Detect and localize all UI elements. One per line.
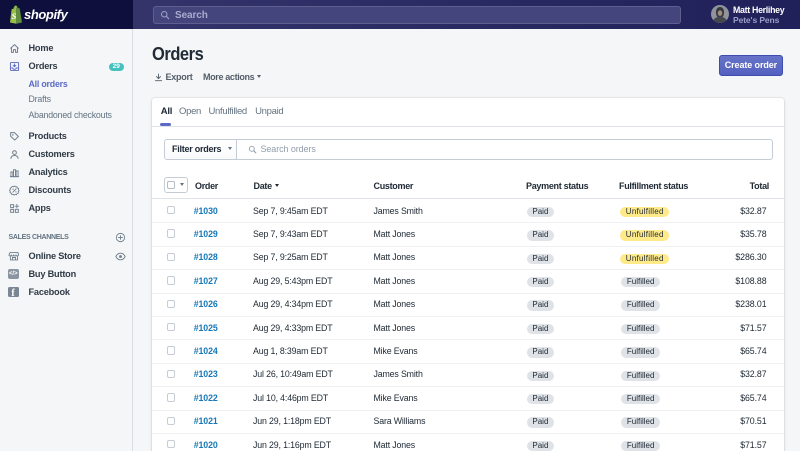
svg-text:S: S [11, 11, 16, 21]
